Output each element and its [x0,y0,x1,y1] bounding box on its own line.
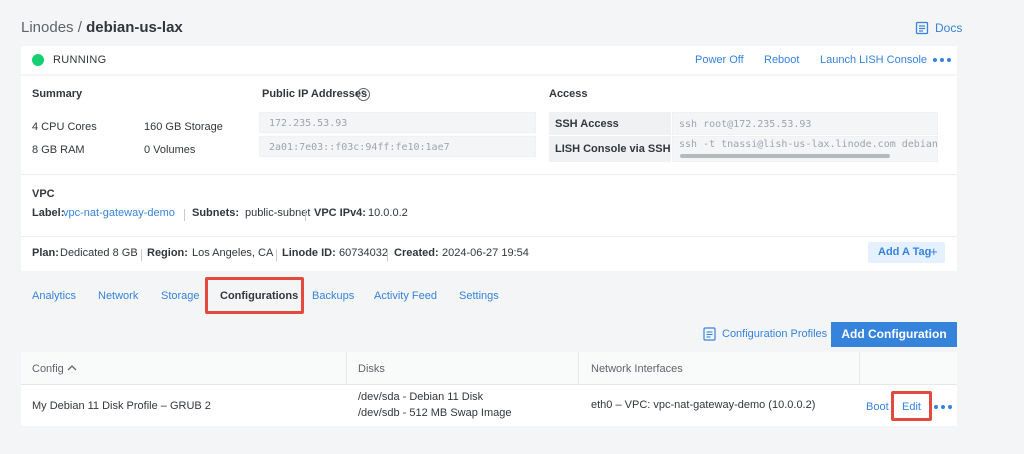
disk-sdb: /dev/sdb - 512 MB Swap Image [358,407,512,419]
tab-bar: Analytics Network Storage Configurations… [21,284,957,310]
reboot-button[interactable]: Reboot [764,54,799,66]
vpc-ipv4-value: 10.0.0.2 [368,207,408,219]
status-indicator-dot [32,54,44,66]
breadcrumb: Linodes / debian-us-lax [21,19,183,36]
cpu-cores: 4 CPU Cores [32,121,97,133]
region-key: Region: [147,247,188,259]
lish-console-field[interactable]: ssh -t tnassi@lish-us-lax.linode.com deb… [672,136,938,162]
tab-settings[interactable]: Settings [459,290,499,302]
meta-separator [387,249,388,261]
plan-value: Dedicated 8 GB [60,247,138,259]
lish-scrollbar[interactable] [680,154,890,158]
help-icon[interactable]: ? [357,88,370,101]
ram-size: 8 GB RAM [32,144,85,156]
public-ip-heading: Public IP Addresses [262,88,368,100]
ipv4-value: 172.235.53.93 [269,118,348,129]
tab-activity-feed[interactable]: Activity Feed [374,290,437,302]
edit-button-highlight [891,391,932,421]
tab-backups[interactable]: Backups [312,290,354,302]
docs-link[interactable]: Docs [915,21,962,35]
ssh-access-value: ssh root@172.235.53.93 [679,119,812,130]
breadcrumb-parent[interactable]: Linodes [21,19,74,36]
table-header: Config Disks Network Interfaces [21,352,957,385]
lish-console-label: LISH Console via SSH [555,143,671,155]
add-configuration-button[interactable]: Add Configuration [831,322,957,347]
tab-storage[interactable]: Storage [161,290,200,302]
status-label: RUNNING [53,54,107,66]
disks-column-header: Disks [358,363,385,375]
meta-separator [141,249,142,261]
table-row: My Debian 11 Disk Profile – GRUB 2 /dev/… [21,386,957,426]
region-value: Los Angeles, CA [192,247,274,259]
ipv4-field[interactable]: 172.235.53.93 [259,112,536,133]
breadcrumb-separator: / [77,19,82,36]
status-bar: RUNNING Power Off Reboot Launch LISH Con… [21,46,957,74]
ipv6-value: 2a01:7e03::f03c:94ff:fe10:1ae7 [269,142,450,153]
sort-ascending-icon[interactable] [67,364,77,372]
power-off-button[interactable]: Power Off [695,54,744,66]
configuration-profiles-label: Configuration Profiles [722,328,828,340]
add-tag-label: Add A Tag [878,246,932,258]
linode-meta: Plan: Dedicated 8 GB Region: Los Angeles… [32,247,632,263]
add-tag-plus-icon: + [930,244,938,259]
ssh-access-field[interactable]: ssh root@172.235.53.93 [672,112,938,135]
section-divider [21,174,957,175]
column-divider [346,352,347,385]
storage-size: 160 GB Storage [144,121,223,133]
more-actions-icon[interactable] [933,58,951,62]
column-divider [859,352,860,385]
vpc-subnets-value: public-subnet [245,207,311,219]
vpc-heading: VPC [32,188,55,200]
launch-lish-console-button[interactable]: Launch LISH Console [820,54,927,66]
docs-icon [915,21,929,35]
disk-sda: /dev/sda - Debian 11 Disk [358,391,484,403]
linode-id-key: Linode ID: [282,247,336,259]
access-heading: Access [549,88,588,100]
boot-button[interactable]: Boot [866,401,889,413]
volumes-count: 0 Volumes [144,144,196,156]
lish-label-cell: LISH Console via SSH [549,136,671,162]
ssh-access-label: SSH Access [555,118,619,130]
summary-heading: Summary [32,88,83,100]
ssh-access-label-cell: SSH Access [549,112,671,135]
vpc-subnets-key: Subnets: [192,207,240,219]
configurations-tab-highlight [205,277,304,314]
tab-analytics[interactable]: Analytics [32,290,76,302]
vpc-separator [305,209,306,221]
configuration-profiles-link[interactable]: Configuration Profiles [703,327,827,341]
lish-console-value: ssh -t tnassi@lish-us-lax.linode.com deb… [679,139,938,150]
ipv6-field[interactable]: 2a01:7e03::f03c:94ff:fe10:1ae7 [259,136,536,157]
linode-id-value: 60734032 [339,247,388,259]
configurations-table: Config Disks Network Interfaces My Debia… [21,352,957,426]
created-value: 2024-06-27 19:54 [442,247,529,259]
row-more-actions-icon[interactable] [934,405,952,409]
document-icon [703,327,716,341]
vpc-separator [184,209,185,221]
column-divider [578,352,579,385]
tab-network[interactable]: Network [98,290,138,302]
breadcrumb-current: debian-us-lax [86,19,183,36]
meta-separator [276,249,277,261]
created-key: Created: [394,247,439,259]
network-interfaces-column-header: Network Interfaces [591,363,683,375]
docs-label: Docs [935,21,963,35]
linode-details-panel: Summary 4 CPU Cores 160 GB Storage 8 GB … [21,76,957,271]
config-name: My Debian 11 Disk Profile – GRUB 2 [32,400,211,412]
network-interface: eth0 – VPC: vpc-nat-gateway-demo (10.0.0… [591,399,816,411]
vpc-details: Label: vpc-nat-gateway-demo Subnets: pub… [32,207,532,223]
config-column-header[interactable]: Config [32,363,64,375]
plan-key: Plan: [32,247,59,259]
vpc-label-link[interactable]: vpc-nat-gateway-demo [63,207,175,219]
add-tag-button[interactable]: Add A Tag + [868,242,945,263]
vpc-label-key: Label: [32,207,65,219]
vpc-ipv4-key: VPC IPv4: [314,207,366,219]
meta-divider [21,236,957,237]
